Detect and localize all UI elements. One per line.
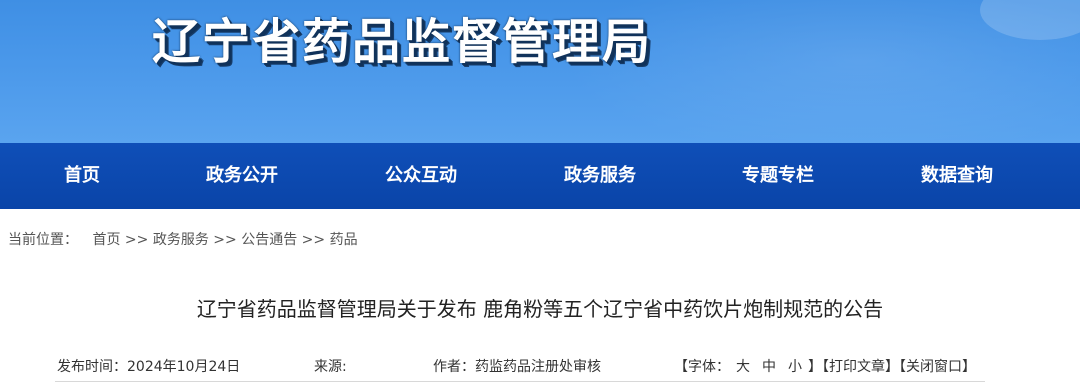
source-label: 来源: bbox=[314, 359, 347, 375]
article-tools: 【字体：大中小】【打印文章】【关闭窗口】 bbox=[674, 357, 976, 377]
page: 辽宁省药品监督管理局 首页 政务公开 公众互动 政务服务 专题专栏 数据查询 当… bbox=[0, 0, 1080, 383]
author-label: 作者： bbox=[433, 359, 475, 375]
author-value: 药监药品注册处审核 bbox=[475, 359, 601, 375]
source-info: 来源: bbox=[314, 357, 347, 377]
author-info: 作者：药监药品注册处审核 bbox=[433, 357, 601, 377]
breadcrumb-item-gov-services[interactable]: 政务服务 bbox=[153, 232, 209, 248]
site-banner: 辽宁省药品监督管理局 bbox=[0, 0, 1080, 143]
publish-label: 发布时间： bbox=[57, 359, 127, 375]
font-size-small-button[interactable]: 小 bbox=[782, 359, 808, 375]
close-window-button[interactable]: 【关闭窗口】 bbox=[899, 359, 976, 375]
print-article-button[interactable]: 【打印文章】 bbox=[822, 359, 899, 375]
breadcrumb-item-notices[interactable]: 公告通告 bbox=[241, 232, 297, 248]
breadcrumb-separator: >> bbox=[301, 232, 326, 248]
breadcrumb-prefix: 当前位置： bbox=[8, 232, 78, 248]
font-size-label: 【字体： bbox=[674, 359, 730, 375]
article-title: 辽宁省药品监督管理局关于发布 鹿角粉等五个辽宁省中药饮片炮制规范的公告 bbox=[196, 297, 884, 321]
main-nav: 首页 政务公开 公众互动 政务服务 专题专栏 数据查询 bbox=[0, 143, 1080, 209]
nav-item-data-query[interactable]: 数据查询 bbox=[921, 143, 993, 209]
nav-item-special-topics[interactable]: 专题专栏 bbox=[742, 143, 814, 209]
nav-item-public-interaction[interactable]: 公众互动 bbox=[385, 143, 457, 209]
publish-info: 发布时间：2024年10月24日 bbox=[57, 357, 240, 377]
breadcrumb-separator: >> bbox=[124, 232, 149, 248]
breadcrumb-item-home[interactable]: 首页 bbox=[92, 232, 120, 248]
nav-item-gov-services[interactable]: 政务服务 bbox=[564, 143, 636, 209]
font-size-close: 】 bbox=[808, 359, 822, 375]
nav-item-home[interactable]: 首页 bbox=[64, 143, 100, 209]
font-size-medium-button[interactable]: 中 bbox=[756, 359, 782, 375]
meta-divider bbox=[55, 381, 985, 382]
publish-date: 2024年10月24日 bbox=[127, 359, 241, 375]
breadcrumb-separator: >> bbox=[213, 232, 237, 248]
breadcrumb-item-drugs[interactable]: 药品 bbox=[330, 232, 358, 248]
font-size-large-button[interactable]: 大 bbox=[730, 359, 756, 375]
site-title: 辽宁省药品监督管理局 bbox=[152, 14, 653, 70]
breadcrumb: 当前位置： 首页 >> 政务服务 >> 公告通告 >> 药品 bbox=[8, 230, 358, 250]
nav-item-gov-info[interactable]: 政务公开 bbox=[206, 143, 278, 209]
